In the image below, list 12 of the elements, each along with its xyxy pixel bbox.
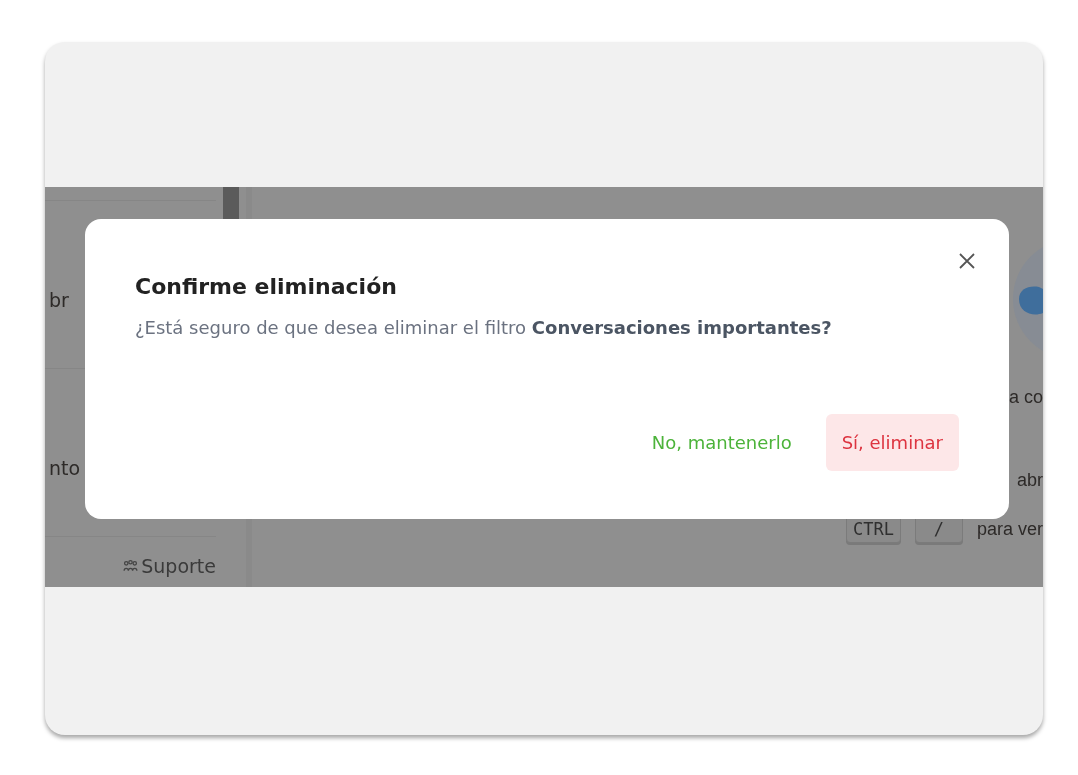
- dialog-title: Confirme eliminación: [135, 274, 398, 299]
- dialog-message: ¿Está seguro de que desea eliminar el filtro Conversaciones importantes?: [135, 317, 833, 338]
- body-text: a co: [1008, 387, 1043, 408]
- close-icon[interactable]: [958, 252, 976, 270]
- delete-button[interactable]: Sí, eliminar: [825, 414, 959, 471]
- keep-button[interactable]: No, mantenerlo: [635, 414, 808, 471]
- body-text: abr: [1017, 470, 1043, 491]
- support-link[interactable]: Suporte: [141, 555, 216, 577]
- scrollbar-thumb[interactable]: [223, 187, 239, 219]
- sidebar-item[interactable]: nto: [49, 456, 81, 479]
- sidebar-item[interactable]: br: [49, 288, 69, 311]
- shortcut-hint: para ver: [976, 518, 1043, 540]
